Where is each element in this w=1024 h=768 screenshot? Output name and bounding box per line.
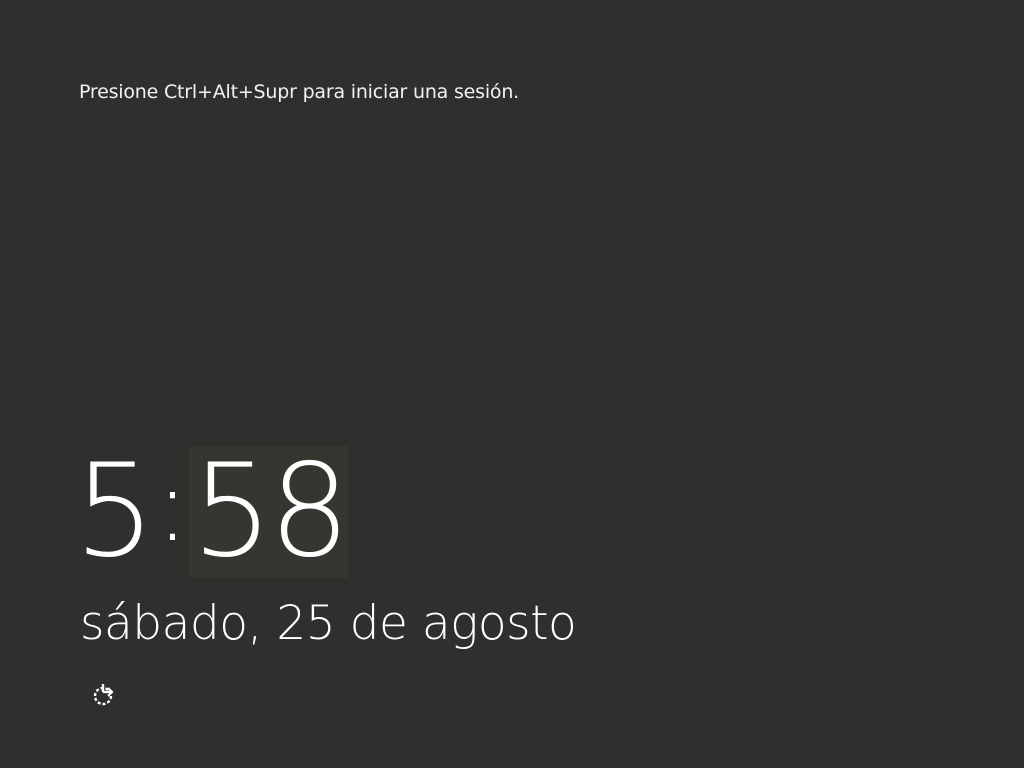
clock-hours: 5	[74, 437, 155, 586]
lock-screen: Presione Ctrl+Alt+Supr para iniciar una …	[0, 0, 1024, 768]
clock-minutes: 58	[189, 437, 350, 586]
ease-of-access-button[interactable]	[88, 680, 120, 710]
date-label: sábado, 25 de agosto	[80, 596, 577, 651]
ease-of-access-icon	[93, 684, 114, 706]
clock-separator: :	[155, 447, 190, 564]
clock: 5:58	[74, 437, 350, 586]
sign-in-hint: Presione Ctrl+Alt+Supr para iniciar una …	[79, 81, 520, 103]
